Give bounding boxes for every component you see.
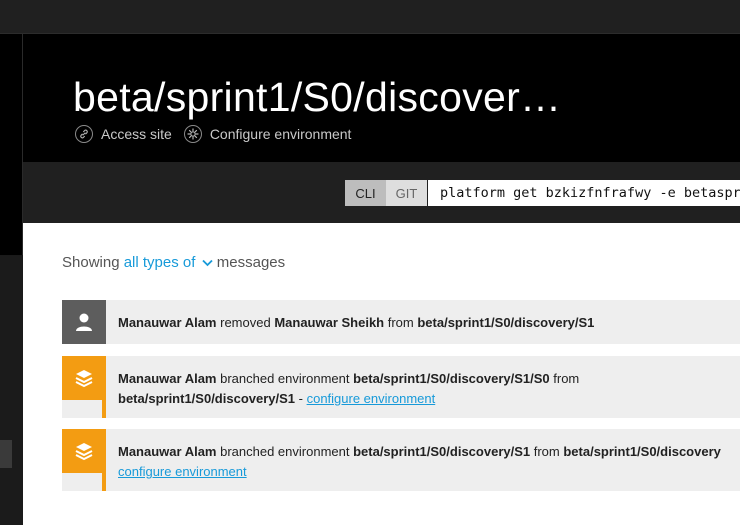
cli-command-field[interactable]	[428, 180, 740, 206]
header-actions: Access site Configure environment	[75, 125, 363, 143]
activity-connector: from	[549, 371, 580, 386]
left-sidebar-lower	[0, 256, 22, 525]
activity-item: Manauwar Alam branched environment beta/…	[62, 429, 740, 491]
activity-message: Manauwar Alam branched environment beta/…	[118, 442, 740, 482]
activity-message: Manauwar Alam branched environment beta/…	[118, 369, 740, 409]
activity-item: Manauwar Alam branched environment beta/…	[62, 356, 740, 418]
activity-target: beta/sprint1/S0/discovery/S1	[417, 315, 595, 330]
activity-target: beta/sprint1/S0/discovery/S1	[118, 391, 296, 406]
filter-selected: all types of	[123, 254, 196, 271]
activity-separator: -	[295, 391, 307, 406]
actor-name: Manauwar Alam	[118, 371, 217, 386]
filter-prefix: Showing	[62, 254, 120, 271]
cli-tabs: CLI GIT	[345, 180, 427, 206]
configure-environment-link[interactable]: configure environment	[118, 464, 247, 479]
configure-environment-label: Configure environment	[209, 126, 352, 142]
configure-environment-link[interactable]: Configure environment	[183, 125, 352, 143]
sidebar-handle[interactable]	[0, 440, 12, 468]
filter-suffix: messages	[216, 254, 286, 271]
activity-verb: removed	[216, 315, 275, 330]
message-filter: Showing all types of messages	[62, 254, 285, 271]
message-type-dropdown[interactable]: all types of	[124, 254, 217, 271]
activity-verb: branched environment	[216, 444, 354, 459]
tab-git[interactable]: GIT	[386, 180, 427, 206]
left-sidebar	[0, 34, 23, 255]
activity-object: beta/sprint1/S0/discovery/S1/S0	[353, 371, 550, 386]
page-title: beta/sprint1/S0/discover…	[73, 74, 562, 120]
activity-verb: branched environment	[216, 371, 354, 386]
activity-object: beta/sprint1/S0/discovery/S1	[353, 444, 531, 459]
link-icon	[75, 125, 93, 143]
layers-icon	[62, 356, 106, 418]
environment-header: beta/sprint1/S0/discover… Access site Co…	[23, 34, 740, 162]
activity-object: Manauwar Sheikh	[274, 315, 385, 330]
configure-environment-link[interactable]: configure environment	[307, 391, 436, 406]
top-bar	[0, 0, 740, 34]
cli-bar: CLI GIT	[23, 162, 740, 223]
access-site-link[interactable]: Access site	[75, 125, 172, 143]
actor-name: Manauwar Alam	[118, 444, 217, 459]
layers-icon	[62, 429, 106, 491]
actor-name: Manauwar Alam	[118, 315, 217, 330]
user-icon	[62, 300, 106, 344]
activity-connector: from	[384, 315, 418, 330]
tab-cli[interactable]: CLI	[345, 180, 386, 206]
activity-message: Manauwar Alam removed Manauwar Sheikh fr…	[118, 313, 740, 333]
activity-item: Manauwar Alam removed Manauwar Sheikh fr…	[62, 300, 740, 344]
activity-target: beta/sprint1/S0/discovery	[563, 444, 721, 459]
chevron-down-icon	[201, 259, 213, 267]
access-site-label: Access site	[101, 126, 172, 142]
gear-icon	[183, 125, 202, 143]
activity-connector: from	[530, 444, 564, 459]
activity-feed: Showing all types of messages Manauwar A…	[23, 223, 740, 525]
